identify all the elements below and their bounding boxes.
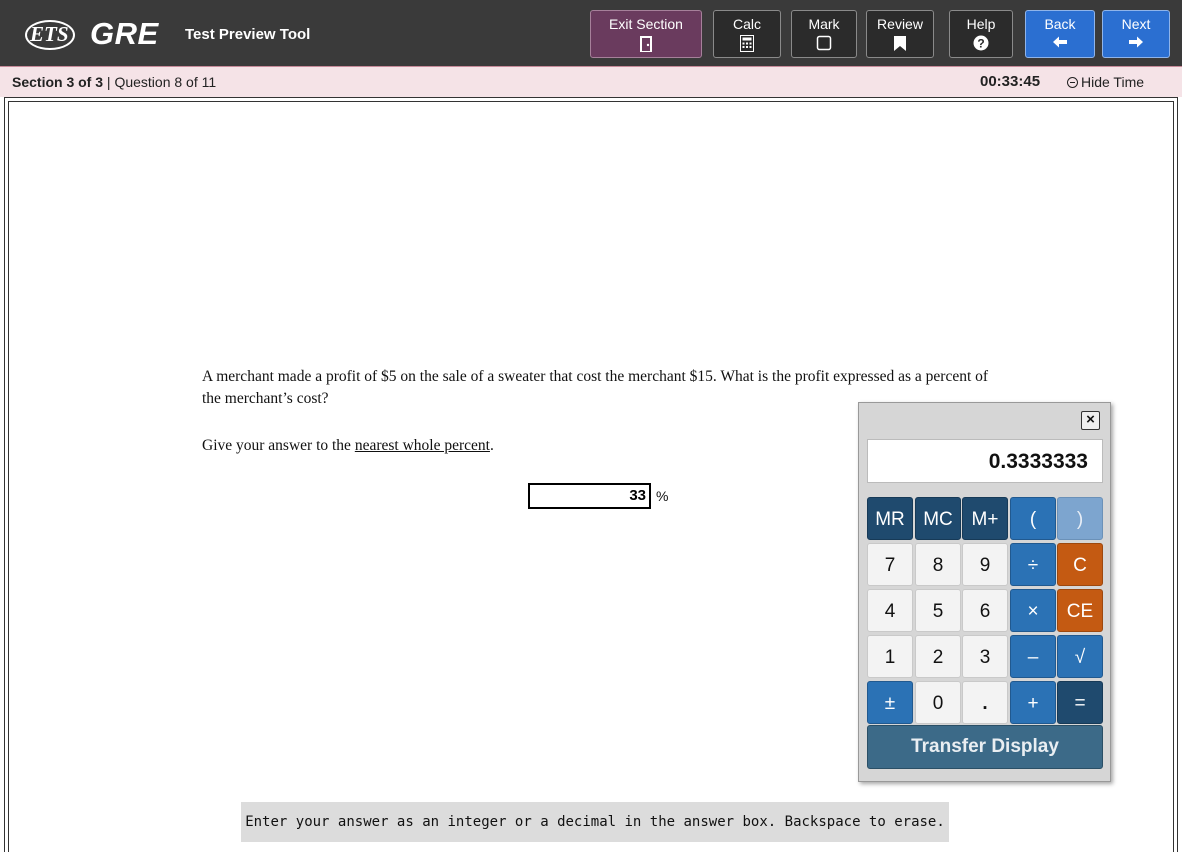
section-info: Section 3 of 3 | Question 8 of 11 (12, 74, 216, 90)
section-number: Section 3 of 3 (12, 74, 104, 90)
question-number: Question 8 of 11 (114, 74, 217, 90)
calc-key-3[interactable]: 3 (962, 635, 1008, 678)
calc-key-rparen[interactable]: ) (1057, 497, 1103, 540)
calc-key-9[interactable]: 9 (962, 543, 1008, 586)
back-button[interactable]: Back (1025, 10, 1095, 58)
calc-key-6[interactable]: 6 (962, 589, 1008, 632)
calculator-icon (740, 35, 754, 52)
next-label: Next (1121, 16, 1151, 32)
calc-key-7[interactable]: 7 (867, 543, 913, 586)
close-icon[interactable]: × (1081, 411, 1100, 430)
calc-key-mr[interactable]: MR (867, 497, 913, 540)
calc-key-sqrt[interactable]: √ (1057, 635, 1103, 678)
calc-key-lparen[interactable]: ( (1010, 497, 1056, 540)
question-circle-icon: ? (973, 35, 989, 51)
mark-label: Mark (808, 16, 840, 32)
question-instruction: Give your answer to the nearest whole pe… (202, 437, 494, 455)
ets-logo: ETS (25, 20, 75, 50)
exit-section-label: Exit Section (609, 16, 683, 32)
calc-key-plus-minus[interactable]: ± (867, 681, 913, 724)
hide-time-toggle[interactable]: Hide Time (1067, 74, 1144, 90)
review-label: Review (877, 16, 923, 32)
calc-button[interactable]: Calc (713, 10, 781, 58)
exit-section-button[interactable]: Exit Section (590, 10, 702, 58)
arrow-right-icon (1129, 36, 1143, 48)
mark-button[interactable]: Mark (791, 10, 857, 58)
calc-key-2[interactable]: 2 (915, 635, 961, 678)
calc-key-4[interactable]: 4 (867, 589, 913, 632)
status-separator: | (103, 74, 115, 90)
calc-key-clear[interactable]: C (1057, 543, 1103, 586)
arrow-left-icon (1053, 36, 1067, 48)
help-button[interactable]: Help ? (949, 10, 1013, 58)
back-label: Back (1044, 16, 1076, 32)
calc-key-plus[interactable]: + (1010, 681, 1056, 724)
checkbox-icon (816, 35, 832, 51)
calc-key-0[interactable]: 0 (915, 681, 961, 724)
status-bar: Section 3 of 3 | Question 8 of 11 00:33:… (0, 66, 1182, 97)
hide-time-label: Hide Time (1081, 74, 1145, 90)
answer-hint: Enter your answer as an integer or a dec… (241, 802, 949, 842)
calc-key-mplus[interactable]: M+ (962, 497, 1008, 540)
transfer-display-button[interactable]: Transfer Display (867, 725, 1103, 769)
svg-text:?: ? (977, 37, 984, 51)
calc-key-minus[interactable]: – (1010, 635, 1056, 678)
help-label: Help (966, 16, 996, 32)
calc-key-8[interactable]: 8 (915, 543, 961, 586)
calc-key-equals[interactable]: = (1057, 681, 1103, 724)
calc-key-clear-entry[interactable]: CE (1057, 589, 1103, 632)
instruction-prefix: Give your answer to the (202, 437, 355, 454)
calc-key-1[interactable]: 1 (867, 635, 913, 678)
percent-unit: % (656, 488, 669, 504)
bookmark-icon (894, 36, 906, 51)
door-icon (640, 36, 652, 52)
instruction-suffix: . (489, 437, 494, 454)
gre-logo: GRE (90, 16, 159, 51)
minus-circle-icon (1067, 77, 1078, 88)
calculator-panel[interactable]: × 0.3333333 MR MC M+ ( ) 7 8 9 ÷ C 4 5 6… (858, 402, 1111, 782)
next-button[interactable]: Next (1102, 10, 1170, 58)
review-button[interactable]: Review (866, 10, 934, 58)
calc-key-mc[interactable]: MC (915, 497, 961, 540)
calc-key-5[interactable]: 5 (915, 589, 961, 632)
app-title: Test Preview Tool (185, 26, 311, 43)
answer-input[interactable]: 33 (528, 483, 651, 509)
instruction-emphasis: nearest whole percent (354, 437, 490, 454)
top-toolbar: ETS GRE Test Preview Tool Exit Section C… (0, 0, 1182, 66)
calc-key-decimal[interactable]: . (962, 681, 1008, 724)
calculator-display: 0.3333333 (867, 439, 1103, 483)
calc-key-divide[interactable]: ÷ (1010, 543, 1056, 586)
calc-key-multiply[interactable]: × (1010, 589, 1056, 632)
time-remaining: 00:33:45 (980, 73, 1041, 90)
calc-label: Calc (732, 16, 761, 32)
